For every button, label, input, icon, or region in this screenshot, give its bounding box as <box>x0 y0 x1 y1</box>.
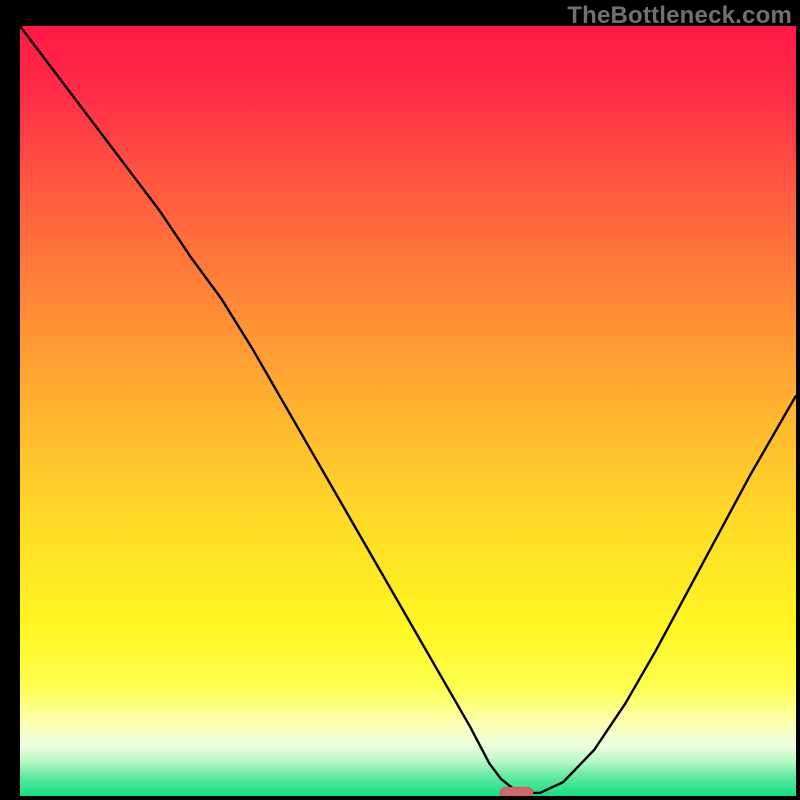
plot-area <box>20 26 796 796</box>
gradient-background <box>20 26 796 796</box>
chart-svg <box>20 26 796 796</box>
chart-frame: TheBottleneck.com <box>0 0 800 800</box>
optimum-marker <box>500 788 533 796</box>
watermark-text: TheBottleneck.com <box>567 2 792 30</box>
